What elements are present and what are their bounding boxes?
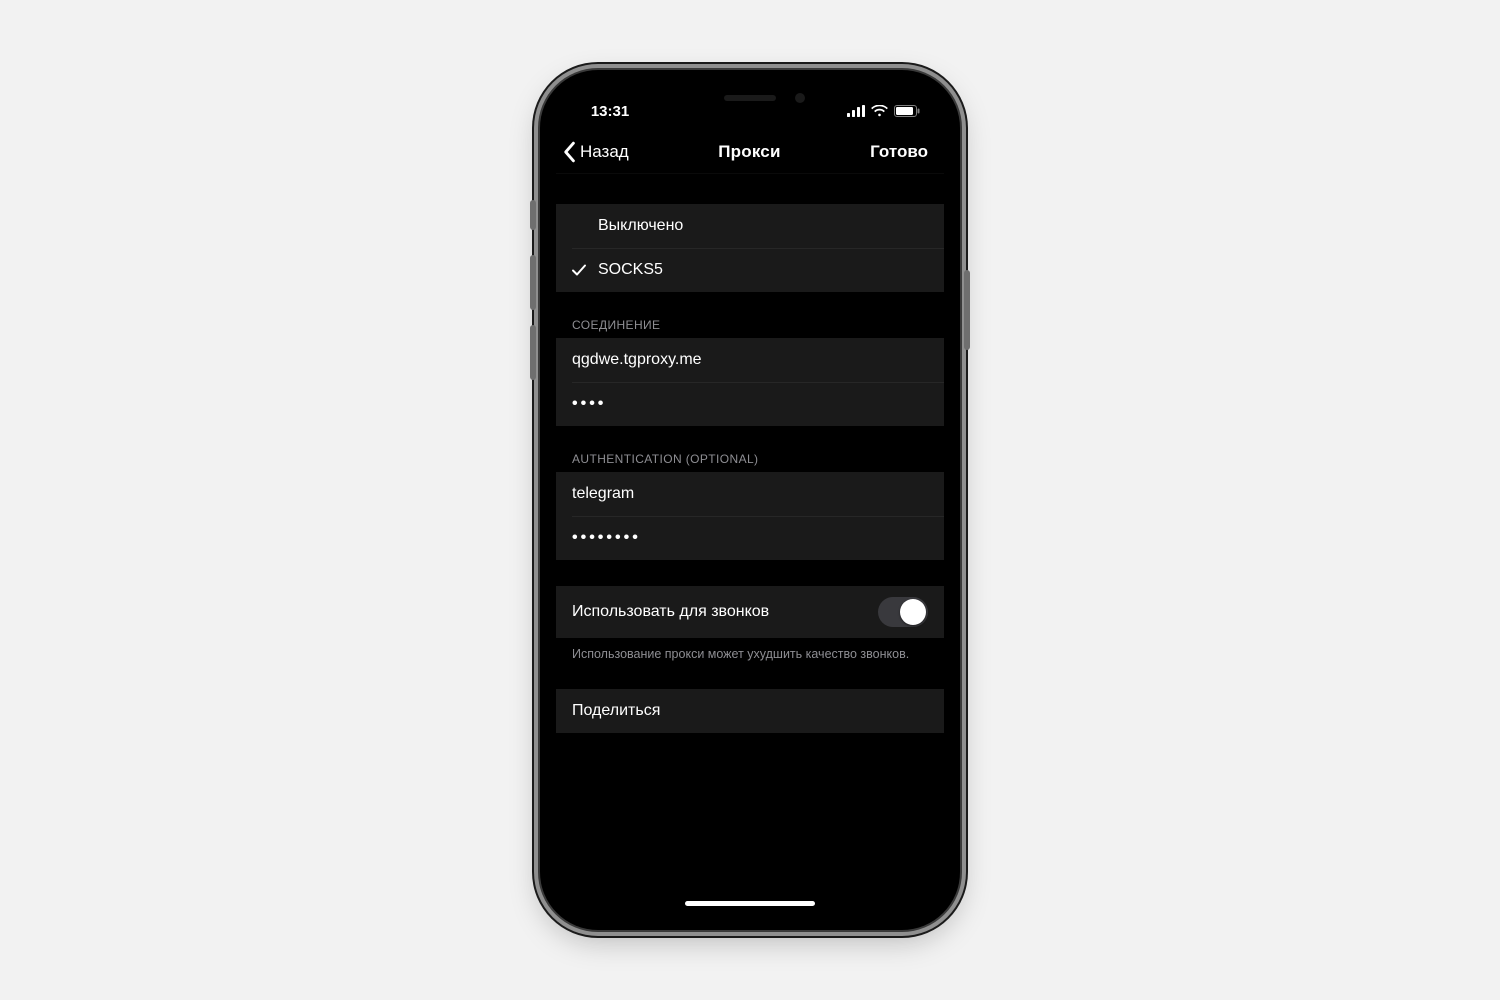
toggle-label: Использовать для звонков xyxy=(572,603,769,621)
auth-group: AUTHENTICATION (OPTIONAL) xyxy=(556,452,944,560)
share-group: Поделиться xyxy=(556,689,944,733)
screen: 13:31 xyxy=(556,86,944,914)
password-cell[interactable] xyxy=(556,516,944,560)
check-icon xyxy=(570,217,588,235)
power-button xyxy=(964,270,970,350)
username-cell[interactable] xyxy=(556,472,944,516)
toggle-knob xyxy=(900,599,926,625)
volume-up-button xyxy=(530,255,536,310)
calls-group: Использовать для звонков Использование п… xyxy=(556,586,944,663)
option-disabled[interactable]: Выключено xyxy=(556,204,944,248)
notch xyxy=(650,86,850,116)
share-button[interactable]: Поделиться xyxy=(556,689,944,733)
connection-group: СОЕДИНЕНИЕ xyxy=(556,318,944,426)
check-icon xyxy=(570,261,588,279)
host-cell[interactable] xyxy=(556,338,944,382)
back-label: Назад xyxy=(580,142,629,162)
share-label: Поделиться xyxy=(572,702,660,720)
nav-bar: Назад Прокси Готово xyxy=(556,130,944,174)
use-for-calls-cell[interactable]: Использовать для звонков xyxy=(556,586,944,638)
port-cell[interactable] xyxy=(556,382,944,426)
cellular-icon xyxy=(847,105,865,117)
page-title: Прокси xyxy=(718,142,780,162)
phone-frame: 13:31 xyxy=(540,70,960,930)
chevron-left-icon xyxy=(560,141,578,163)
port-input[interactable] xyxy=(572,395,928,413)
group-header: СОЕДИНЕНИЕ xyxy=(556,318,944,338)
volume-down-button xyxy=(530,325,536,380)
back-button[interactable]: Назад xyxy=(560,141,629,163)
group-footer: Использование прокси может ухудшить каче… xyxy=(556,638,944,663)
use-for-calls-toggle[interactable] xyxy=(878,597,928,627)
host-input[interactable] xyxy=(572,351,928,369)
option-label: Выключено xyxy=(598,217,683,235)
content: Выключено SOCKS5 СОЕДИНЕНИЕ xyxy=(556,174,944,733)
group-header: AUTHENTICATION (OPTIONAL) xyxy=(556,452,944,472)
status-icons xyxy=(847,99,920,117)
done-button[interactable]: Готово xyxy=(870,142,934,162)
silent-switch xyxy=(530,200,536,230)
home-indicator[interactable] xyxy=(685,901,815,906)
proxy-type-group: Выключено SOCKS5 xyxy=(556,204,944,292)
status-time: 13:31 xyxy=(580,97,640,120)
battery-icon xyxy=(894,105,920,117)
option-label: SOCKS5 xyxy=(598,261,663,279)
password-input[interactable] xyxy=(572,529,928,547)
username-input[interactable] xyxy=(572,485,928,503)
wifi-icon xyxy=(871,105,888,117)
option-socks5[interactable]: SOCKS5 xyxy=(556,248,944,292)
